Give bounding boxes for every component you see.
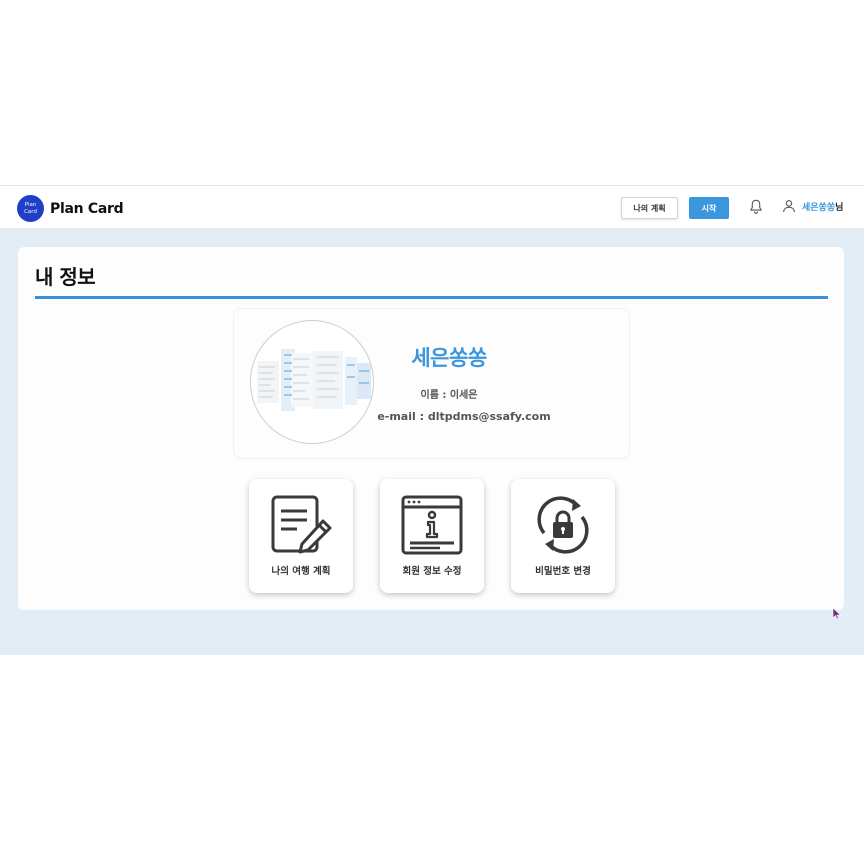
tile-my-travel-plan[interactable]: 나의 여행 계획: [249, 479, 353, 593]
start-button[interactable]: 시작: [689, 197, 729, 219]
profile-box: 세은쏭쏭 이름 : 이세은 e-mail : dltpdms@ssafy.com: [233, 308, 630, 459]
logo-badge-line1: Plan: [24, 201, 37, 208]
logo-badge-line2: Card: [24, 208, 37, 215]
tile-label: 비밀번호 변경: [535, 566, 591, 577]
title-divider: [35, 296, 828, 299]
avatar[interactable]: [250, 320, 374, 444]
tile-label: 회원 정보 수정: [402, 566, 462, 577]
user-menu[interactable]: 세은쏭쏭 님: [781, 198, 843, 214]
document-edit-icon: [271, 495, 332, 554]
profile-name: 이름 : 이세은: [420, 390, 478, 401]
top-navbar: Plan Card Plan Card 나의 계획 시작 세은쏭쏭 님: [0, 185, 864, 229]
tile-label: 나의 여행 계획: [271, 566, 331, 577]
app-frame: Plan Card Plan Card 나의 계획 시작 세은쏭쏭 님 내 정보: [0, 185, 864, 655]
my-plan-button[interactable]: 나의 계획: [621, 197, 678, 219]
logo-text: Plan Card: [50, 200, 124, 217]
user-icon: [783, 200, 795, 213]
my-info-card: 내 정보 세은쏭쏭 이름: 이세은 e-mail: dltpdms@ssaf…: [18, 247, 844, 610]
avatar-image: [257, 349, 371, 411]
bell-icon[interactable]: [747, 198, 765, 216]
mouse-cursor-icon: [833, 608, 841, 620]
tile-change-password[interactable]: 비밀번호 변경: [511, 479, 615, 593]
logo[interactable]: Plan Card Plan Card: [17, 195, 124, 222]
lock-refresh-icon: [537, 496, 589, 554]
info-window-icon: [401, 495, 463, 555]
profile-nickname: 세은쏭쏭: [411, 346, 487, 370]
user-name-suffix: 님: [835, 202, 844, 213]
profile-email: e-mail : dltpdms@ssafy.com: [377, 410, 551, 423]
logo-badge: Plan Card: [17, 195, 44, 222]
user-name: 세은쏭쏭: [802, 202, 836, 213]
tile-edit-member-info[interactable]: 회원 정보 수정: [380, 479, 484, 593]
page-title: 내 정보: [35, 265, 96, 289]
